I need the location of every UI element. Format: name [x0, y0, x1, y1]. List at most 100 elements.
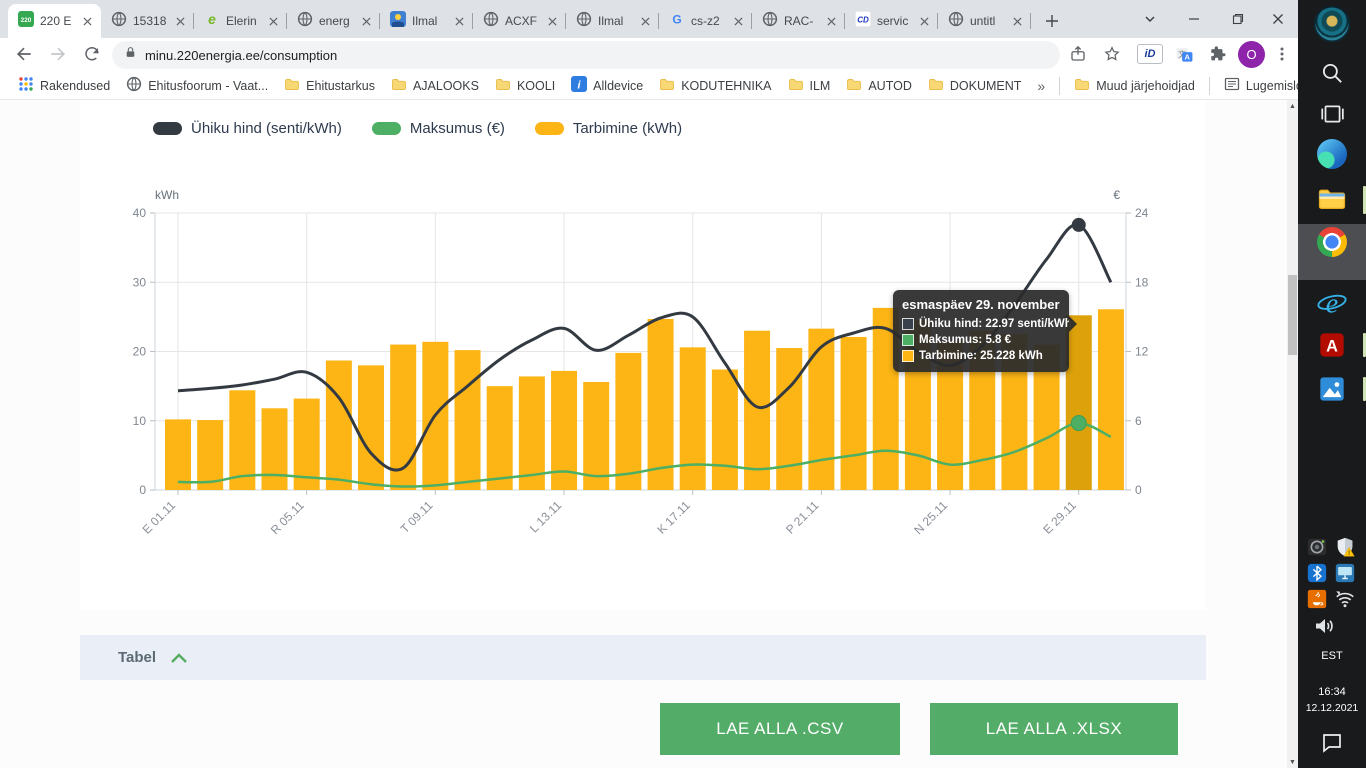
tray-volume-icon[interactable] — [1312, 614, 1336, 638]
tab-close-icon[interactable] — [637, 13, 653, 29]
table-section-toggle[interactable]: Tabel — [80, 635, 1206, 680]
tab-close-icon[interactable] — [544, 13, 560, 29]
other-bookmarks-folder[interactable]: Muud järjehoidjad — [1066, 73, 1203, 98]
bookmark-alldevice[interactable]: iAlldevice — [563, 73, 651, 98]
taskbar-search-icon[interactable] — [1319, 60, 1345, 86]
browser-tab-15318[interactable]: 15318 — [101, 4, 194, 38]
bar--17-11[interactable] — [680, 347, 706, 490]
profile-avatar[interactable]: O — [1238, 41, 1265, 68]
bookmark-ehitusfoorum-vaat-[interactable]: Ehitusfoorum - Vaat... — [118, 73, 276, 98]
tab-close-icon[interactable] — [451, 13, 467, 29]
taskbar-chrome-icon[interactable] — [1317, 227, 1347, 257]
bookmark-ehitustarkus[interactable]: Ehitustarkus — [276, 73, 383, 98]
taskbar-photos-icon[interactable] — [1318, 375, 1346, 403]
bar--10-11[interactable] — [455, 350, 481, 490]
taskbar-file-explorer-icon[interactable] — [1317, 184, 1347, 214]
url-bar[interactable]: minu.220energia.ee/consumption — [112, 41, 1060, 69]
tab-close-icon[interactable] — [823, 13, 839, 29]
browser-tab-energ[interactable]: energ — [287, 4, 380, 38]
tray-wifi-icon[interactable] — [1334, 588, 1356, 610]
scrollbar-thumb[interactable] — [1288, 275, 1297, 355]
bookmark-rakendused[interactable]: Rakendused — [10, 73, 118, 98]
bar--01-11[interactable] — [165, 419, 191, 490]
tray-remote-desktop-icon[interactable] — [1334, 562, 1356, 584]
bookmark-dokument[interactable]: DOKUMENT — [920, 73, 1030, 98]
svg-text:A: A — [1184, 52, 1190, 61]
scrollbar-up-arrow[interactable]: ▲ — [1287, 100, 1298, 112]
tab-favicon-icon — [111, 11, 127, 32]
new-tab-button[interactable] — [1040, 9, 1064, 33]
bar--11-11[interactable] — [487, 386, 513, 490]
download-csv-button[interactable]: LAE ALLA .CSV — [660, 703, 900, 755]
tab-close-icon[interactable] — [265, 13, 281, 29]
bar--14-11[interactable] — [583, 382, 609, 490]
window-menu-chevron-icon[interactable] — [1128, 0, 1172, 38]
browser-tab-elerin[interactable]: eElerin — [194, 4, 287, 38]
tab-close-icon[interactable] — [916, 13, 932, 29]
bar--19-11[interactable] — [744, 331, 770, 490]
extensions-puzzle-icon[interactable] — [1204, 40, 1232, 68]
url-text[interactable]: minu.220energia.ee/consumption — [145, 48, 337, 63]
page-scrollbar[interactable]: ▲ ▼ — [1287, 100, 1298, 768]
browser-tab-rac-[interactable]: RAC- — [752, 4, 845, 38]
download-xlsx-button[interactable]: LAE ALLA .XLSX — [930, 703, 1178, 755]
browser-tab-ilmal[interactable]: Ilmal — [380, 4, 473, 38]
browser-tab-acxf[interactable]: ACXF — [473, 4, 566, 38]
reload-button[interactable] — [78, 40, 106, 68]
bar--07-11[interactable] — [358, 365, 384, 490]
tab-close-icon[interactable] — [358, 13, 374, 29]
bar--20-11[interactable] — [776, 348, 802, 490]
bar--21-11[interactable] — [808, 329, 834, 490]
browser-tab-servic[interactable]: CDservic — [845, 4, 938, 38]
tray-clock-time[interactable]: 16:34 — [1298, 686, 1366, 698]
browser-tab-cs-z2[interactable]: Gcs-z2 — [659, 4, 752, 38]
bookmark-ajalooks[interactable]: AJALOOKS — [383, 73, 487, 98]
chevron-up-icon — [170, 652, 188, 664]
window-close-button[interactable] — [1256, 0, 1300, 38]
bar--29-11[interactable] — [1066, 315, 1092, 490]
tray-language[interactable]: EST — [1298, 650, 1366, 662]
tray-defender-icon[interactable]: ! — [1334, 536, 1356, 558]
window-restore-button[interactable] — [1216, 0, 1260, 38]
browser-tab-220-e[interactable]: 220220 E — [8, 4, 101, 38]
translate-extension-icon[interactable]: 文A — [1170, 40, 1198, 68]
bookmark-star-icon[interactable] — [1098, 40, 1126, 68]
tab-close-icon[interactable] — [1009, 13, 1025, 29]
bar--22-11[interactable] — [841, 337, 867, 490]
window-minimize-button[interactable] — [1172, 0, 1216, 38]
taskbar-task-view-icon[interactable] — [1319, 101, 1345, 127]
tab-close-icon[interactable] — [172, 13, 188, 29]
taskbar-internet-explorer-icon[interactable]: e — [1316, 287, 1348, 319]
tray-java-icon[interactable] — [1306, 588, 1328, 610]
lock-icon[interactable] — [124, 45, 137, 65]
taskbar-edge-icon[interactable] — [1317, 139, 1347, 169]
forward-button[interactable] — [44, 40, 72, 68]
tray-bluetooth-icon[interactable] — [1306, 562, 1328, 584]
bookmark-autod[interactable]: AUTOD — [838, 73, 920, 98]
taskbar-start-button[interactable] — [1314, 6, 1350, 42]
bookmarks-overflow-chevron[interactable]: » — [1029, 78, 1053, 94]
bar--16-11[interactable] — [648, 319, 674, 490]
browser-tab-ilmal[interactable]: Ilmal — [566, 4, 659, 38]
bookmark-ilm[interactable]: ILM — [780, 73, 839, 98]
back-button[interactable] — [10, 40, 38, 68]
svg-text:kWh: kWh — [155, 188, 179, 202]
taskbar-acrobat-icon[interactable]: A — [1318, 331, 1346, 359]
bookmark-kooli[interactable]: KOOLI — [487, 73, 563, 98]
bar--06-11[interactable] — [326, 361, 352, 490]
bar--18-11[interactable] — [712, 370, 738, 490]
tab-close-icon[interactable] — [79, 13, 95, 29]
browser-menu-dots-icon[interactable] — [1268, 40, 1296, 68]
scrollbar-down-arrow[interactable]: ▼ — [1287, 756, 1298, 768]
tray-clock-date[interactable]: 12.12.2021 — [1298, 702, 1366, 714]
tab-close-icon[interactable] — [730, 13, 746, 29]
tray-action-center-icon[interactable] — [1320, 730, 1344, 754]
share-icon[interactable] — [1064, 40, 1092, 68]
bookmark-kodutehnika[interactable]: KODUTEHNIKA — [651, 73, 779, 98]
tray-camera-icon[interactable] — [1306, 536, 1328, 558]
id-extension-icon[interactable]: iD — [1136, 40, 1164, 68]
bar--04-11[interactable] — [262, 408, 288, 490]
bar--30-11[interactable] — [1098, 309, 1124, 490]
bar--15-11[interactable] — [615, 353, 641, 490]
browser-tab-untitl[interactable]: untitl — [938, 4, 1031, 38]
